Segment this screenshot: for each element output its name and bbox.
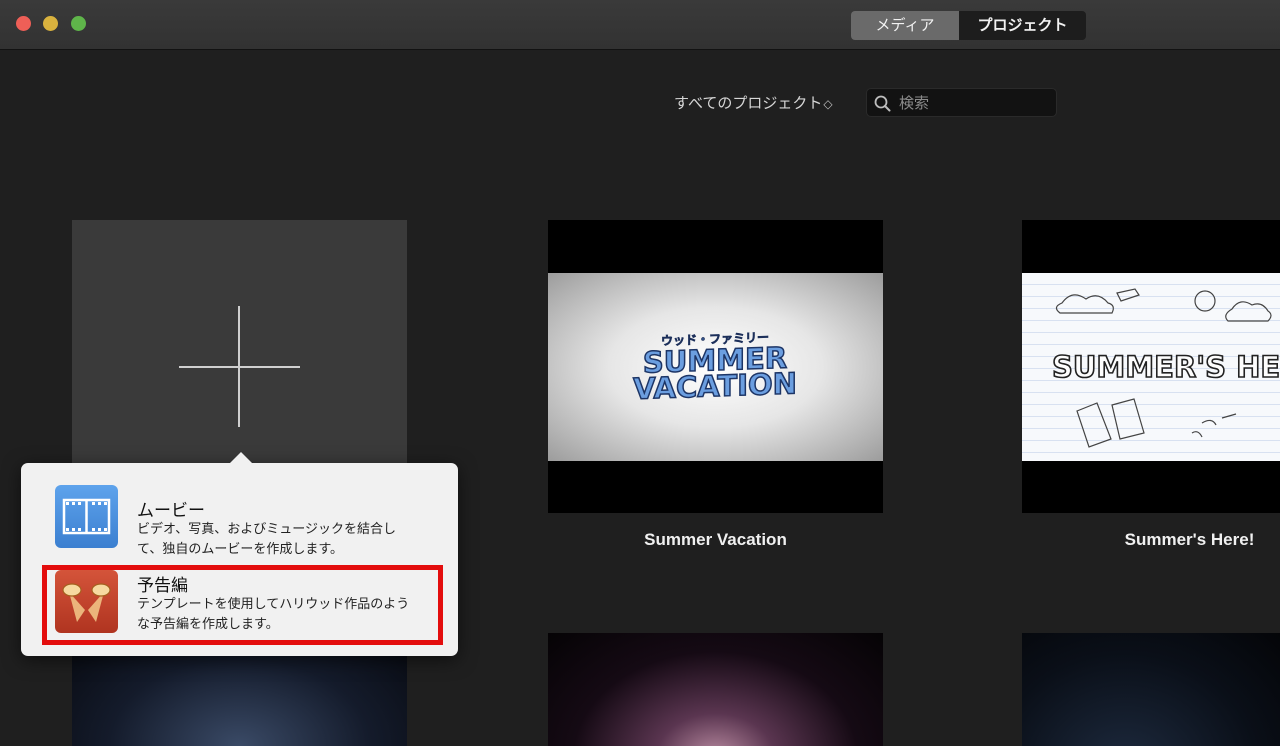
projects-tab[interactable]: プロジェクト — [959, 11, 1086, 40]
sketch-doodle-art: SUMMER'S HERE — [1051, 288, 1280, 448]
thumb-line2: VACATION — [633, 366, 797, 406]
title-bar: メディア プロジェクト — [0, 0, 1280, 50]
summers-here-poster: SUMMER'S HERE — [1022, 273, 1280, 461]
movie-option-title: ムービー — [137, 501, 205, 521]
summer-vacation-poster: ウッド・ファミリー SUMMER VACATION — [548, 273, 883, 461]
search-field[interactable] — [866, 88, 1057, 117]
thumb-text: SUMMER'S HERE — [1052, 350, 1280, 384]
highlight-annotation — [42, 565, 443, 645]
updown-chevron-icon: ◇ — [823, 97, 833, 111]
media-tab[interactable]: メディア — [851, 11, 959, 40]
project-thumbnail-summers-here[interactable]: SUMMER'S HERE — [1022, 220, 1280, 513]
search-icon — [874, 95, 891, 112]
project-title-summer-vacation: Summer Vacation — [644, 530, 787, 549]
project-title-summers-here: Summer's Here! — [1124, 530, 1255, 549]
movie-option[interactable]: ムービー ビデオ、写真、およびミュージックを結合し て、独自のムービーを作成しま… — [21, 476, 458, 557]
zoom-window-button[interactable] — [71, 16, 86, 31]
project-thumbnail[interactable] — [1022, 633, 1280, 746]
search-input[interactable] — [899, 92, 1049, 114]
project-thumbnail[interactable] — [548, 633, 883, 746]
project-filter-popup[interactable]: すべてのプロジェクト◇ — [674, 92, 833, 114]
project-filter-label: すべてのプロジェクト — [674, 94, 823, 112]
view-switcher: メディア プロジェクト — [851, 11, 1086, 40]
film-strip-icon — [55, 485, 118, 548]
minimize-window-button[interactable] — [43, 16, 58, 31]
popover-arrow — [229, 452, 253, 464]
close-window-button[interactable] — [16, 16, 31, 31]
summer-vacation-title-art: ウッド・ファミリー SUMMER VACATION — [632, 330, 797, 407]
movie-option-description: ビデオ、写真、およびミュージックを結合し て、独自のムービーを作成します。 — [137, 522, 396, 557]
project-thumbnail-summer-vacation[interactable]: ウッド・ファミリー SUMMER VACATION — [548, 220, 883, 513]
